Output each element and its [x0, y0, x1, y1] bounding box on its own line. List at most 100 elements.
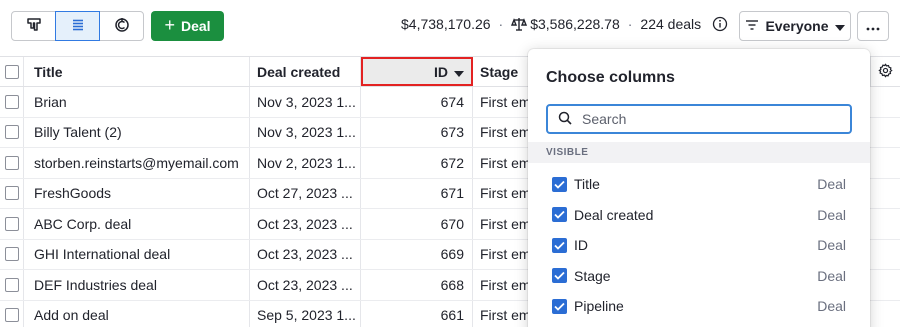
- row-select-cell: [0, 178, 24, 208]
- row-title[interactable]: GHI International deal: [24, 239, 250, 269]
- pipeline-view-button[interactable]: [11, 11, 56, 41]
- row-checkbox[interactable]: [4, 155, 19, 170]
- row-title[interactable]: Brian: [24, 87, 250, 117]
- column-option-label: Title: [574, 176, 600, 192]
- checkmark-icon: [554, 241, 565, 250]
- column-header-label: Deal created: [257, 63, 341, 80]
- add-deal-button[interactable]: + Deal: [151, 11, 224, 41]
- row-title[interactable]: ABC Corp. deal: [24, 209, 250, 239]
- column-option-group: Deal: [817, 206, 846, 223]
- column-search-box: [546, 104, 852, 134]
- info-icon[interactable]: [712, 16, 728, 32]
- row-stage: First em: [480, 215, 531, 232]
- column-option-checkbox[interactable]: [552, 176, 567, 192]
- column-header-id[interactable]: ID: [361, 57, 473, 86]
- more-actions-button[interactable]: [857, 11, 889, 41]
- row-id: 668: [361, 270, 473, 300]
- deals-summary: $4,738,170.26 · $3,586,228.78 · 224 deal…: [401, 16, 728, 32]
- weighted-value: $3,586,228.78: [530, 16, 620, 32]
- row-stage: First em: [480, 185, 531, 202]
- row-deal-created: Oct 23, 2023 ...: [250, 239, 361, 269]
- column-option[interactable]: Deal created Deal: [528, 200, 870, 230]
- row-checkbox[interactable]: [4, 277, 19, 292]
- column-option-checkbox[interactable]: [552, 268, 567, 283]
- choose-columns-panel: Choose columns VISIBLE TitleDealDeal cre…: [528, 49, 870, 327]
- row-title[interactable]: FreshGoods: [24, 178, 250, 208]
- column-header-deal-created[interactable]: Deal created: [250, 57, 361, 86]
- column-option-label: ID: [574, 237, 588, 253]
- column-header-title[interactable]: Title: [24, 57, 250, 86]
- row-stage: First em: [480, 307, 531, 324]
- row-id: 661: [361, 300, 473, 327]
- owner-filter-button[interactable]: Everyone: [739, 11, 851, 41]
- checkmark-icon: [554, 271, 565, 280]
- row-id: 671: [361, 178, 473, 208]
- plus-icon: +: [164, 15, 175, 35]
- owner-filter-label: Everyone: [765, 18, 829, 34]
- more-horizontal-icon: [866, 18, 880, 34]
- forecast-icon: [114, 17, 130, 36]
- column-header-stage[interactable]: Stage: [473, 57, 533, 86]
- list-view-button[interactable]: [55, 11, 100, 41]
- column-option-checkbox[interactable]: [552, 207, 567, 222]
- row-title[interactable]: storben.reinstarts@myemail.com: [24, 148, 250, 178]
- scale-icon: [511, 17, 528, 31]
- panel-title: Choose columns: [546, 69, 675, 86]
- deal-count: 224 deals: [640, 16, 702, 32]
- column-settings-button[interactable]: [870, 57, 900, 86]
- forecast-view-button[interactable]: [99, 11, 144, 41]
- row-checkbox[interactable]: [4, 94, 19, 109]
- row-select-cell: [0, 87, 24, 117]
- checkmark-icon: [554, 302, 565, 311]
- column-header-label: Stage: [480, 63, 519, 80]
- row-select-cell: [0, 148, 24, 178]
- visible-section-label: VISIBLE: [528, 142, 870, 163]
- row-checkbox[interactable]: [4, 247, 19, 262]
- column-option-checkbox[interactable]: [552, 298, 567, 314]
- checkmark-icon: [554, 180, 565, 189]
- total-value: $4,738,170.26: [401, 16, 491, 32]
- separator-dot: ·: [498, 16, 504, 32]
- row-deal-created: Nov 3, 2023 1...: [250, 87, 361, 117]
- row-title[interactable]: DEF Industries deal: [24, 270, 250, 300]
- column-option-label: Stage: [574, 267, 611, 284]
- toolbar: + Deal $4,738,170.26 · $3,586,228.78 · 2…: [0, 0, 900, 52]
- row-title[interactable]: Add on deal: [24, 300, 250, 327]
- row-checkbox[interactable]: [4, 308, 19, 323]
- row-checkbox[interactable]: [4, 216, 19, 231]
- row-stage: First em: [480, 246, 531, 263]
- column-option[interactable]: Stage Deal: [528, 261, 870, 291]
- select-all-checkbox[interactable]: [4, 64, 19, 79]
- row-select-cell: [0, 270, 24, 300]
- row-id: 669: [361, 239, 473, 269]
- row-select-cell: [0, 209, 24, 239]
- row-id: 672: [361, 148, 473, 178]
- row-deal-created: Nov 2, 2023 1...: [250, 148, 361, 178]
- row-checkbox[interactable]: [4, 125, 19, 140]
- checkmark-icon: [554, 210, 565, 219]
- row-title[interactable]: Billy Talent (2): [24, 117, 250, 147]
- pipeline-board-icon: [26, 17, 42, 36]
- row-deal-created: Nov 3, 2023 1...: [250, 117, 361, 147]
- row-deal-created: Sep 5, 2023 1...: [250, 300, 361, 327]
- search-icon: [558, 111, 572, 128]
- row-select-cell: [0, 117, 24, 147]
- caret-down-icon: [834, 18, 845, 34]
- list-view-icon: [70, 17, 86, 36]
- column-header-label: Title: [34, 63, 63, 80]
- row-select-cell: [0, 239, 24, 269]
- row-checkbox[interactable]: [4, 186, 19, 201]
- row-id: 674: [361, 87, 473, 117]
- column-search-input[interactable]: [582, 111, 822, 127]
- column-option-group: Deal: [817, 176, 846, 192]
- column-option[interactable]: Title Deal: [528, 169, 870, 199]
- select-all-cell: [0, 57, 24, 86]
- column-option-label: Deal created: [574, 206, 654, 223]
- column-option[interactable]: Pipeline Deal: [528, 291, 870, 321]
- row-id: 670: [361, 209, 473, 239]
- column-option[interactable]: ID Deal: [528, 230, 870, 260]
- gear-icon: [878, 62, 893, 81]
- column-option-group: Deal: [817, 237, 846, 253]
- column-option-checkbox[interactable]: [552, 237, 567, 253]
- row-deal-created: Oct 23, 2023 ...: [250, 209, 361, 239]
